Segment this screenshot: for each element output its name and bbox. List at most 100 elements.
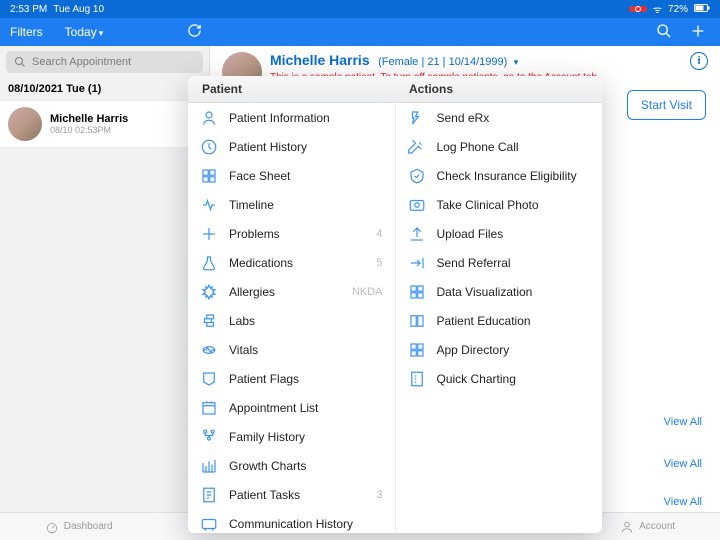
refresh-icon[interactable]: [187, 23, 202, 41]
menu-label: Send eRx: [437, 111, 490, 125]
menu-label: Vitals: [229, 343, 258, 357]
menu-label: Growth Charts: [229, 459, 306, 473]
menu-label: Patient Information: [229, 111, 330, 125]
view-all-link[interactable]: View All: [664, 496, 702, 508]
menu-icon: [408, 254, 426, 272]
menu-icon: [408, 341, 426, 359]
recording-indicator: [629, 6, 647, 12]
menu-badge: NKDA: [352, 286, 383, 298]
menu-icon: [408, 283, 426, 301]
menu-item[interactable]: Face Sheet: [188, 161, 395, 190]
menu-item[interactable]: Patient Tasks 3: [188, 480, 395, 509]
menu-label: Take Clinical Photo: [437, 198, 539, 212]
menu-badge: 3: [376, 489, 382, 501]
menu-icon: [200, 138, 218, 156]
menu-label: Check Insurance Eligibility: [437, 169, 577, 183]
add-icon[interactable]: [690, 23, 706, 42]
menu-item[interactable]: Allergies NKDA: [188, 277, 395, 306]
search-icon[interactable]: [656, 23, 672, 42]
menu-label: Face Sheet: [229, 169, 290, 183]
date-header: 08/10/2021 Tue (1): [0, 78, 209, 100]
menu-item[interactable]: Labs: [188, 306, 395, 335]
menu-icon: [200, 341, 218, 359]
menu-icon: [200, 167, 218, 185]
menu-label: Allergies: [229, 285, 275, 299]
menu-icon: [408, 109, 426, 127]
dropdown-col-actions: Actions: [395, 76, 602, 102]
menu-icon: [200, 428, 218, 446]
search-input[interactable]: Search Appointment: [6, 51, 203, 73]
patient-meta: (Female | 21 | 10/14/1999): [378, 56, 507, 68]
patient-name[interactable]: Michelle Harris: [270, 52, 370, 68]
wifi-icon: ᯤ: [653, 2, 662, 16]
menu-icon: [200, 225, 218, 243]
dropdown-col-patient: Patient: [188, 76, 395, 102]
menu-icon: [200, 312, 218, 330]
menu-icon: [200, 399, 218, 417]
menu-item[interactable]: Family History: [188, 422, 395, 451]
filters-button[interactable]: Filters: [10, 25, 43, 39]
menu-label: Patient Flags: [229, 372, 299, 386]
menu-item[interactable]: Patient Flags: [188, 364, 395, 393]
avatar: [8, 107, 42, 141]
menu-icon: [408, 370, 426, 388]
menu-item[interactable]: App Directory: [396, 335, 603, 364]
menu-icon: [200, 486, 218, 504]
appt-name: Michelle Harris: [50, 113, 128, 125]
appointment-row[interactable]: Michelle Harris 08/10 02:53PM Ex: [0, 100, 209, 148]
appt-time: 08/10 02:53PM: [50, 125, 128, 135]
menu-item[interactable]: Send eRx: [396, 103, 603, 132]
menu-icon: [200, 196, 218, 214]
menu-badge: 4: [376, 228, 382, 240]
menu-icon: [200, 109, 218, 127]
today-dropdown[interactable]: Today▾: [65, 25, 104, 39]
status-bar: 2:53 PM Tue Aug 10 ᯤ 72%: [0, 0, 720, 18]
menu-icon: [200, 457, 218, 475]
menu-label: Medications: [229, 256, 293, 270]
menu-item[interactable]: Send Referral: [396, 248, 603, 277]
menu-label: Communication History: [229, 517, 353, 531]
menu-item[interactable]: Patient History: [188, 132, 395, 161]
menu-item[interactable]: Patient Information: [188, 103, 395, 132]
menu-label: Problems: [229, 227, 280, 241]
info-icon[interactable]: i: [690, 52, 708, 70]
menu-label: Appointment List: [229, 401, 318, 415]
menu-item[interactable]: Patient Education: [396, 306, 603, 335]
menu-item[interactable]: Medications 5: [188, 248, 395, 277]
menu-icon: [408, 167, 426, 185]
menu-label: Data Visualization: [437, 285, 533, 299]
menu-label: Family History: [229, 430, 305, 444]
menu-item[interactable]: Log Phone Call: [396, 132, 603, 161]
menu-item[interactable]: Check Insurance Eligibility: [396, 161, 603, 190]
menu-item[interactable]: Quick Charting: [396, 364, 603, 393]
menu-item[interactable]: Vitals: [188, 335, 395, 364]
status-time: 2:53 PM: [10, 4, 47, 15]
menu-item[interactable]: Take Clinical Photo: [396, 190, 603, 219]
status-date: Tue Aug 10: [53, 4, 104, 15]
menu-label: Log Phone Call: [437, 140, 519, 154]
menu-label: Send Referral: [437, 256, 511, 270]
menu-icon: [200, 370, 218, 388]
menu-label: Patient Tasks: [229, 488, 300, 502]
menu-icon: [408, 138, 426, 156]
menu-label: Patient Education: [437, 314, 531, 328]
menu-badge: 5: [376, 257, 382, 269]
menu-item[interactable]: Timeline: [188, 190, 395, 219]
menu-icon: [200, 254, 218, 272]
menu-icon: [408, 312, 426, 330]
menu-item[interactable]: Communication History: [188, 509, 395, 533]
menu-item[interactable]: Appointment List: [188, 393, 395, 422]
menu-item[interactable]: Data Visualization: [396, 277, 603, 306]
menu-label: Timeline: [229, 198, 274, 212]
menu-item[interactable]: Upload Files: [396, 219, 603, 248]
tab-dashboard[interactable]: Dashboard: [45, 520, 113, 534]
start-visit-button[interactable]: Start Visit: [627, 90, 706, 120]
tab-account[interactable]: Account: [620, 520, 675, 534]
battery-icon: [694, 4, 710, 15]
view-all-link[interactable]: View All: [664, 416, 702, 428]
menu-label: Upload Files: [437, 227, 504, 241]
menu-item[interactable]: Growth Charts: [188, 451, 395, 480]
sidebar: Search Appointment 08/10/2021 Tue (1) Mi…: [0, 46, 210, 512]
menu-item[interactable]: Problems 4: [188, 219, 395, 248]
view-all-link[interactable]: View All: [664, 458, 702, 470]
